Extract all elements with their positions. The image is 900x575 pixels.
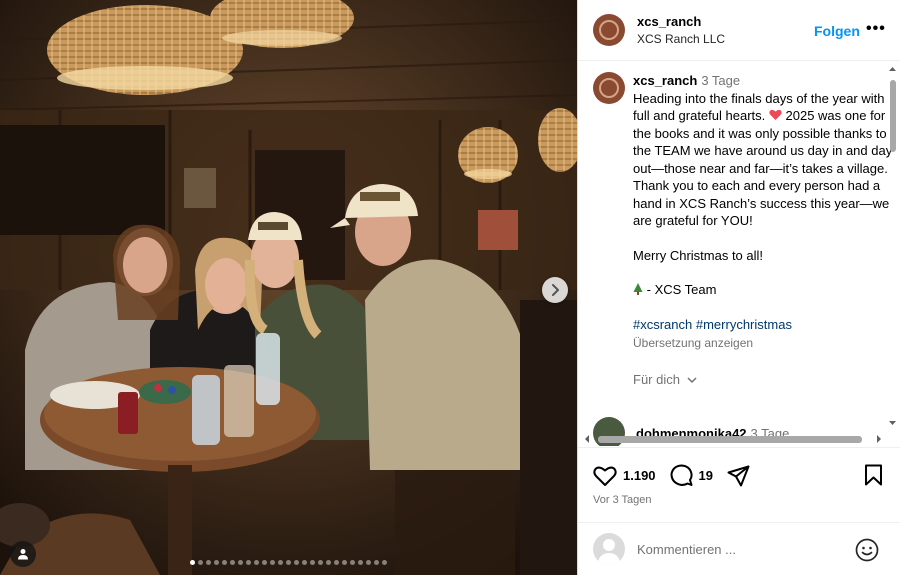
like-button[interactable] (593, 465, 617, 487)
like-count[interactable]: 1.190 (623, 468, 656, 483)
comment-input[interactable] (637, 541, 837, 557)
post-header: xcs_ranch XCS Ranch LLC Folgen ••• (578, 0, 900, 61)
smiley-icon (855, 538, 879, 562)
for-you-label: Für dich (633, 371, 680, 387)
caption-text-2: 2025 was one for the books and it was on… (633, 108, 893, 228)
carousel-dot (254, 560, 259, 565)
carousel-dot (366, 560, 371, 565)
carousel-dot (310, 560, 315, 565)
comments-scroll-area[interactable]: xcs_ranch 3 Tage Heading into the finals … (578, 62, 900, 446)
horizontal-scroll-thumb[interactable] (598, 436, 862, 443)
horizontal-scrollbar[interactable] (582, 433, 888, 445)
default-avatar-icon (597, 539, 621, 565)
chevron-right-icon (552, 284, 559, 296)
carousel-dot (262, 560, 267, 565)
carousel-dot (270, 560, 275, 565)
comment-composer (578, 522, 900, 575)
vertical-scrollbar[interactable] (887, 64, 898, 434)
carousel-dot (342, 560, 347, 565)
current-user-avatar (593, 533, 625, 565)
for-you-toggle[interactable]: Für dich (633, 371, 893, 389)
hashtag-xcsranch[interactable]: #xcsranch (633, 317, 692, 332)
caption-time[interactable]: 3 Tage (701, 73, 740, 88)
comment-icon (670, 464, 693, 486)
red-heart-icon (769, 109, 782, 120)
chevron-down-icon (687, 376, 697, 383)
emoji-button[interactable] (855, 538, 879, 567)
carousel-dot (190, 560, 195, 565)
scroll-down-arrow-icon[interactable] (887, 418, 898, 428)
caption-avatar[interactable] (593, 72, 625, 104)
heart-icon (593, 466, 617, 486)
carousel-dot (334, 560, 339, 565)
carousel-dot (238, 560, 243, 565)
caption-signature: - XCS Team (646, 282, 717, 297)
post-date[interactable]: Vor 3 Tagen (593, 494, 652, 506)
person-icon (18, 549, 28, 560)
hashtag-merrychristmas[interactable]: #merrychristmas (696, 317, 792, 332)
carousel-dot (326, 560, 331, 565)
translate-link[interactable]: Übersetzung anzeigen (633, 335, 893, 353)
carousel-dot (206, 560, 211, 565)
next-photo-button[interactable] (542, 277, 568, 303)
christmas-tree-icon (633, 283, 643, 295)
comment-button[interactable] (670, 464, 693, 487)
more-options-icon[interactable]: ••• (866, 20, 886, 38)
carousel-indicator (0, 560, 577, 565)
share-button[interactable] (727, 465, 750, 487)
carousel-dot (382, 560, 387, 565)
carousel-dot (198, 560, 203, 565)
caption-username[interactable]: xcs_ranch (633, 73, 697, 88)
scroll-up-arrow-icon[interactable] (887, 64, 898, 74)
carousel-dot (318, 560, 323, 565)
carousel-dot (214, 560, 219, 565)
author-avatar[interactable] (593, 14, 625, 46)
caption-greeting: Merry Christmas to all! (633, 247, 764, 263)
restaurant-group-photo (0, 0, 577, 575)
carousel-dot (278, 560, 283, 565)
bookmark-icon (865, 464, 882, 486)
carousel-dot (302, 560, 307, 565)
scroll-left-arrow-icon[interactable] (582, 433, 592, 445)
carousel-dot (222, 560, 227, 565)
follow-button[interactable]: Folgen (814, 23, 860, 39)
carousel-dot (350, 560, 355, 565)
action-bar: 1.190 19 Vor 3 Tagen (578, 447, 900, 515)
post-sidebar: xcs_ranch XCS Ranch LLC Folgen ••• xcs_r… (577, 0, 900, 575)
author-subtitle[interactable]: XCS Ranch LLC (637, 32, 725, 46)
comment-count[interactable]: 19 (699, 468, 713, 483)
author-username[interactable]: xcs_ranch (637, 14, 725, 30)
instagram-post-view: xcs_ranch XCS Ranch LLC Folgen ••• xcs_r… (0, 0, 900, 575)
scroll-right-arrow-icon[interactable] (874, 433, 884, 445)
carousel-dot (294, 560, 299, 565)
save-button[interactable] (864, 464, 883, 491)
post-photo[interactable] (0, 0, 577, 575)
carousel-dot (358, 560, 363, 565)
carousel-dot (246, 560, 251, 565)
carousel-dot (374, 560, 379, 565)
paper-plane-icon (727, 465, 750, 486)
vertical-scroll-thumb[interactable] (890, 80, 896, 152)
carousel-dot (286, 560, 291, 565)
carousel-dot (230, 560, 235, 565)
